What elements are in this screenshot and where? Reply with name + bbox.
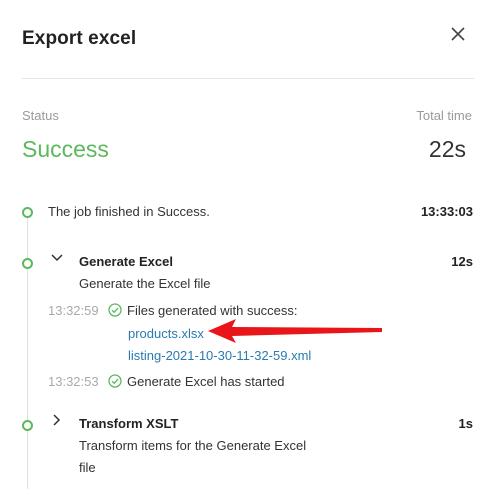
chevron-right-icon[interactable] [50, 413, 64, 427]
log-text: Generate Excel has started [127, 374, 285, 389]
transform-xslt-title[interactable]: Transform XSLT [79, 416, 178, 431]
transform-xslt-description: Transform items for the Generate Excel [79, 438, 307, 453]
job-finished-text: The job finished in Success. [48, 204, 210, 219]
red-arrow-annotation [208, 319, 382, 343]
log-time: 13:32:59 [48, 303, 99, 318]
close-button[interactable] [446, 22, 470, 46]
total-time-value: 22s [428, 136, 466, 162]
log-time: 13:32:53 [48, 374, 99, 389]
status-value: Success [22, 136, 109, 162]
transform-xslt-duration: 1s [458, 416, 473, 431]
check-circle-icon [108, 374, 122, 388]
close-icon [451, 27, 465, 41]
file-link-products[interactable]: products.xlsx [128, 326, 204, 341]
check-circle-icon [108, 303, 122, 317]
header-divider [22, 78, 474, 79]
dialog-title: Export excel [22, 28, 137, 49]
job-finished-time: 13:33:03 [420, 204, 473, 219]
timeline-dot-finished [22, 207, 33, 218]
timeline-dot-transform [22, 420, 33, 431]
file-link-listing[interactable]: listing-2021-10-30-11-32-59.xml [128, 348, 311, 363]
timeline-line [27, 214, 28, 489]
total-time-label: Total time [416, 108, 472, 123]
generate-excel-duration: 12s [451, 254, 473, 269]
export-excel-dialog: Export excel Status Success Total time 2… [0, 0, 492, 489]
generate-excel-title[interactable]: Generate Excel [79, 254, 173, 269]
generate-excel-description: Generate the Excel file [79, 276, 211, 291]
chevron-down-icon[interactable] [50, 251, 64, 265]
transform-xslt-description: file [79, 460, 96, 475]
timeline-dot-generate [22, 258, 33, 269]
status-label: Status [22, 108, 59, 123]
